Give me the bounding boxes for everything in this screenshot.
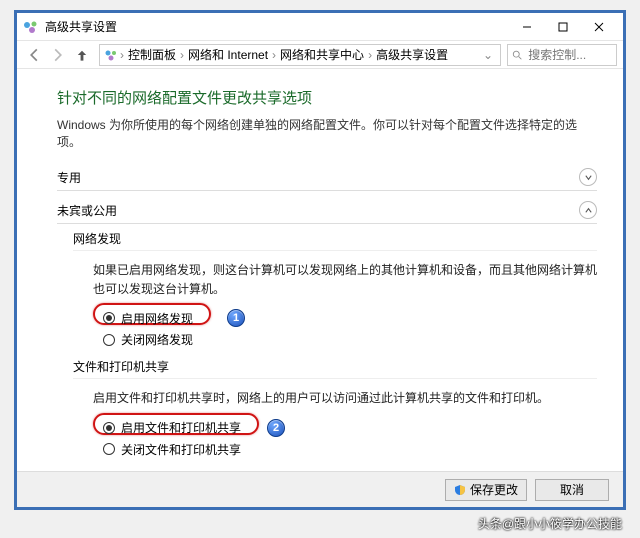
profile-label: 专用 [57,169,579,186]
radio-dot [103,312,115,324]
up-button[interactable] [71,44,93,66]
forward-button[interactable] [47,44,69,66]
radio-label: 关闭文件和打印机共享 [121,441,241,458]
section-file-printer-sharing: 文件和打印机共享 启用文件和打印机共享时，网络上的用户可以访问通过此计算机共享的… [73,358,597,459]
profile-label: 未宾或公用 [57,202,579,219]
chevron-down-icon[interactable]: ⌄ [480,48,496,62]
breadcrumb-item[interactable]: 控制面板 [124,46,180,63]
section-network-discovery: 网络发现 如果已启用网络发现，则这台计算机可以发现网络上的其他计算机和设备，而且… [73,230,597,350]
content-area: 针对不同的网络配置文件更改共享选项 Windows 为你所使用的每个网络创建单独… [17,69,623,471]
watermark: 头条@跟小小筱学办公技能 [478,515,622,532]
network-icon [23,19,39,35]
window-title: 高级共享设置 [45,18,509,35]
chevron-down-icon[interactable] [579,168,597,186]
minimize-button[interactable] [509,15,545,39]
button-bar: 保存更改 取消 [17,471,623,507]
close-button[interactable] [581,15,617,39]
annotation-badge-1: 1 [227,309,245,327]
button-label: 保存更改 [470,481,518,498]
radio-disable-discovery[interactable]: 关闭网络发现 [103,329,597,350]
profile-private[interactable]: 专用 [57,164,597,191]
annotation-badge-2: 2 [267,419,285,437]
save-button[interactable]: 保存更改 [445,479,527,501]
breadcrumb-item[interactable]: 网络和共享中心 [276,46,368,63]
toolbar: › 控制面板› 网络和 Internet› 网络和共享中心› 高级共享设置 ⌄ [17,41,623,69]
back-button[interactable] [23,44,45,66]
radio-dot [103,422,115,434]
radio-label: 启用网络发现 [121,310,193,327]
radio-dot [103,443,115,455]
section-title: 文件和打印机共享 [73,358,597,375]
section-desc: 启用文件和打印机共享时，网络上的用户可以访问通过此计算机共享的文件和打印机。 [93,389,597,408]
breadcrumb[interactable]: › 控制面板› 网络和 Internet› 网络和共享中心› 高级共享设置 ⌄ [99,44,501,66]
page-subheading: Windows 为你所使用的每个网络创建单独的网络配置文件。你可以针对每个配置文… [57,116,597,150]
radio-disable-sharing[interactable]: 关闭文件和打印机共享 [103,439,597,460]
breadcrumb-item[interactable]: 网络和 Internet [184,46,272,63]
radio-enable-sharing[interactable]: 启用文件和打印机共享 2 [103,417,597,439]
search-field[interactable] [526,47,612,63]
radio-label: 关闭网络发现 [121,331,193,348]
radio-dot [103,334,115,346]
shield-icon [454,484,466,496]
chevron-up-icon[interactable] [579,201,597,219]
profile-guest[interactable]: 未宾或公用 [57,197,597,224]
section-desc: 如果已启用网络发现，则这台计算机可以发现网络上的其他计算机和设备，而且其他网络计… [93,261,597,299]
titlebar: 高级共享设置 [17,13,623,41]
search-icon [512,49,522,61]
radio-label: 启用文件和打印机共享 [121,419,241,436]
cancel-button[interactable]: 取消 [535,479,609,501]
search-input[interactable] [507,44,617,66]
page-heading: 针对不同的网络配置文件更改共享选项 [57,87,597,108]
breadcrumb-item[interactable]: 高级共享设置 [372,46,452,63]
network-icon [104,48,118,62]
button-label: 取消 [560,481,584,498]
maximize-button[interactable] [545,15,581,39]
section-title: 网络发现 [73,230,597,247]
radio-enable-discovery[interactable]: 启用网络发现 1 [103,307,597,329]
